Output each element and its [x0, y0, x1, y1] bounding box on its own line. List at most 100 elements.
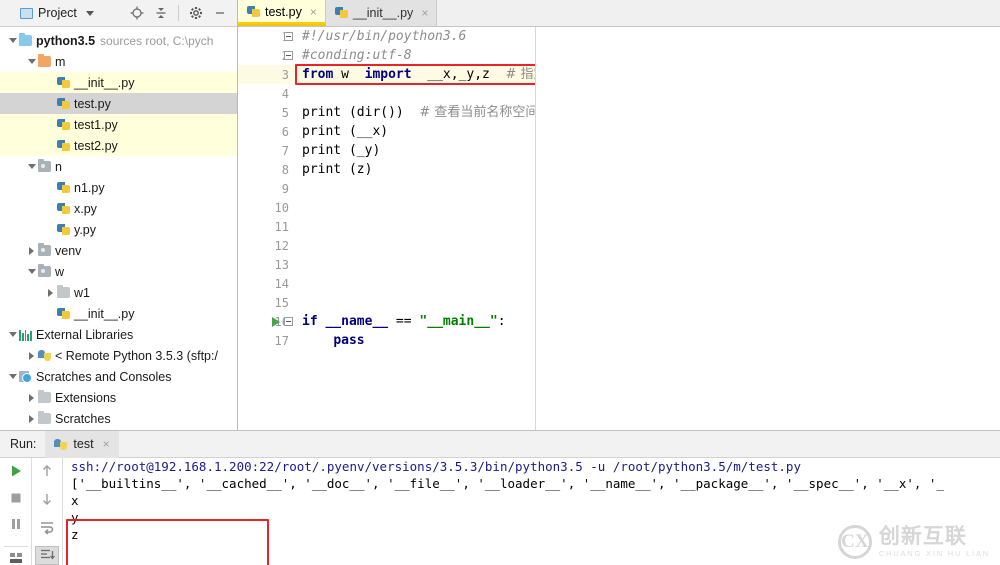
chevron-down-icon[interactable] — [6, 328, 19, 341]
chevron-right-icon[interactable] — [25, 412, 38, 425]
editor-code[interactable]: #!/usr/bin/poython3.6 #conding:utf-8 from … — [295, 27, 1000, 430]
code-fold-icon[interactable] — [284, 317, 293, 326]
line-number[interactable]: 11 — [238, 217, 296, 236]
tree-item-w[interactable]: w — [0, 261, 237, 282]
tree-item-venv[interactable]: venv — [0, 240, 237, 261]
down-arrow-icon[interactable] — [35, 490, 59, 509]
tree-item-test2-py[interactable]: test2.py — [0, 135, 237, 156]
collapse-all-icon[interactable] — [150, 2, 172, 24]
tree-item-init-py[interactable]: __init__.py — [0, 72, 237, 93]
scroll-to-end-icon[interactable] — [35, 545, 59, 565]
run-tab-label: test — [73, 437, 94, 451]
code-line[interactable]: from w import __x,_y,z # 指定其中的方法或类及变量名 — [296, 65, 1000, 84]
tree-item-scratches-and-consoles[interactable]: Scratches and Consoles — [0, 366, 237, 387]
tree-item-python3-5[interactable]: python3.5 sources root, C:\pych — [0, 30, 237, 51]
code-fold-icon[interactable] — [284, 51, 293, 60]
code-line[interactable]: #conding:utf-8 — [296, 46, 1000, 65]
code-line[interactable] — [296, 179, 1000, 198]
code-line[interactable]: print (__x) — [296, 122, 1000, 141]
tree-item-y-py[interactable]: y.py — [0, 219, 237, 240]
line-number[interactable]: 6 — [238, 122, 296, 141]
tree-item-test1-py[interactable]: test1.py — [0, 114, 237, 135]
tree-item-scratches[interactable]: Scratches — [0, 408, 237, 429]
up-arrow-icon[interactable] — [35, 462, 59, 481]
chevron-down-icon[interactable] — [6, 370, 19, 383]
line-number[interactable]: 3 — [238, 65, 296, 84]
close-icon[interactable]: × — [421, 6, 428, 20]
run-gutter-icon[interactable] — [272, 317, 280, 327]
close-icon[interactable]: × — [310, 5, 317, 19]
line-number[interactable]: 7 — [238, 141, 296, 160]
line-number[interactable]: 8 — [238, 160, 296, 179]
chevron-down-icon[interactable] — [25, 160, 38, 173]
pause-icon[interactable] — [4, 515, 28, 533]
run-tab-test[interactable]: test × — [45, 430, 119, 458]
tree-item-external-libraries[interactable]: External Libraries — [0, 324, 237, 345]
run-console-output[interactable]: ssh://root@192.168.1.200:22/root/.pyenv/… — [62, 458, 1000, 565]
folder-icon — [38, 159, 51, 172]
code-line[interactable]: print (dir()) # 查看当前名称空间变量值 — [296, 103, 1000, 122]
line-number[interactable]: 9 — [238, 179, 296, 198]
chevron-right-icon[interactable] — [44, 286, 57, 299]
line-number[interactable]: 13 — [238, 255, 296, 274]
code-area[interactable]: 1234567891011121314151617 #!/usr/bin/poy… — [238, 27, 1000, 430]
line-number[interactable]: 15 — [238, 293, 296, 312]
line-number[interactable]: 12 — [238, 236, 296, 255]
line-number[interactable]: 5 — [238, 103, 296, 122]
tree-item-n1-py[interactable]: n1.py — [0, 177, 237, 198]
line-number[interactable]: 17 — [238, 331, 296, 350]
tree-item-m[interactable]: m — [0, 51, 237, 72]
tree-item-n[interactable]: n — [0, 156, 237, 177]
code-line[interactable] — [296, 217, 1000, 236]
code-line[interactable] — [296, 84, 1000, 103]
chevron-down-icon[interactable] — [25, 265, 38, 278]
project-title-group[interactable]: Project — [4, 6, 94, 20]
line-number[interactable]: 4 — [238, 84, 296, 103]
chevron-down-icon[interactable] — [85, 10, 94, 16]
code-line[interactable]: print (_y) — [296, 141, 1000, 160]
tree-item-x-py[interactable]: x.py — [0, 198, 237, 219]
tree-item-extensions[interactable]: Extensions — [0, 387, 237, 408]
editor-tab-test-py[interactable]: test.py × — [238, 0, 326, 26]
editor-tab-init-py[interactable]: __init__.py × — [325, 0, 438, 26]
close-icon[interactable]: × — [103, 437, 110, 451]
soft-wrap-icon[interactable] — [35, 518, 59, 537]
tree-item-label: Scratches and Consoles — [36, 369, 172, 384]
project-tree[interactable]: python3.5 sources root, C:\pych m __init__.… — [0, 27, 237, 430]
scratches-icon — [19, 370, 32, 383]
tree-item-w1[interactable]: w1 — [0, 282, 237, 303]
ide-window: Project python3.5 sources root, C:\pych … — [0, 0, 1000, 565]
code-fold-icon[interactable] — [284, 32, 293, 41]
chevron-right-icon[interactable] — [25, 391, 38, 404]
code-line[interactable]: #!/usr/bin/poython3.6 — [296, 27, 1000, 46]
stop-icon[interactable] — [4, 489, 28, 507]
code-line[interactable] — [296, 274, 1000, 293]
run-icon[interactable] — [4, 462, 28, 480]
editor-tabbar[interactable]: test.py × __init__.py × — [238, 0, 1000, 27]
tree-item-remote-python-3-5-3-sftp[interactable]: < Remote Python 3.5.3 (sftp:/ — [0, 345, 237, 366]
chevron-down-icon[interactable] — [25, 55, 38, 68]
chevron-down-icon[interactable] — [6, 34, 19, 47]
tree-item-label: python3.5 — [36, 33, 96, 48]
code-line[interactable] — [296, 236, 1000, 255]
code-line[interactable] — [296, 255, 1000, 274]
settings-gear-icon[interactable] — [185, 2, 207, 24]
code-line[interactable]: pass — [296, 331, 1000, 350]
tree-item-init-py[interactable]: __init__.py — [0, 303, 237, 324]
editor-gutter[interactable]: 1234567891011121314151617 — [238, 27, 296, 430]
line-number[interactable]: 10 — [238, 198, 296, 217]
chevron-right-icon[interactable] — [25, 349, 38, 362]
tree-item-label: test.py — [74, 96, 111, 111]
print-icon[interactable] — [3, 546, 28, 565]
tree-item-test-py[interactable]: test.py — [0, 93, 237, 114]
target-scroll-icon[interactable] — [126, 2, 148, 24]
external-libraries-icon — [19, 329, 32, 341]
minimize-icon[interactable] — [209, 2, 231, 24]
code-token: w — [333, 67, 365, 82]
code-line[interactable] — [296, 293, 1000, 312]
chevron-right-icon[interactable] — [25, 244, 38, 257]
code-line[interactable] — [296, 198, 1000, 217]
code-line[interactable]: print (z) — [296, 160, 1000, 179]
code-line[interactable]: if __name__ == "__main__": — [296, 312, 1000, 331]
line-number[interactable]: 14 — [238, 274, 296, 293]
